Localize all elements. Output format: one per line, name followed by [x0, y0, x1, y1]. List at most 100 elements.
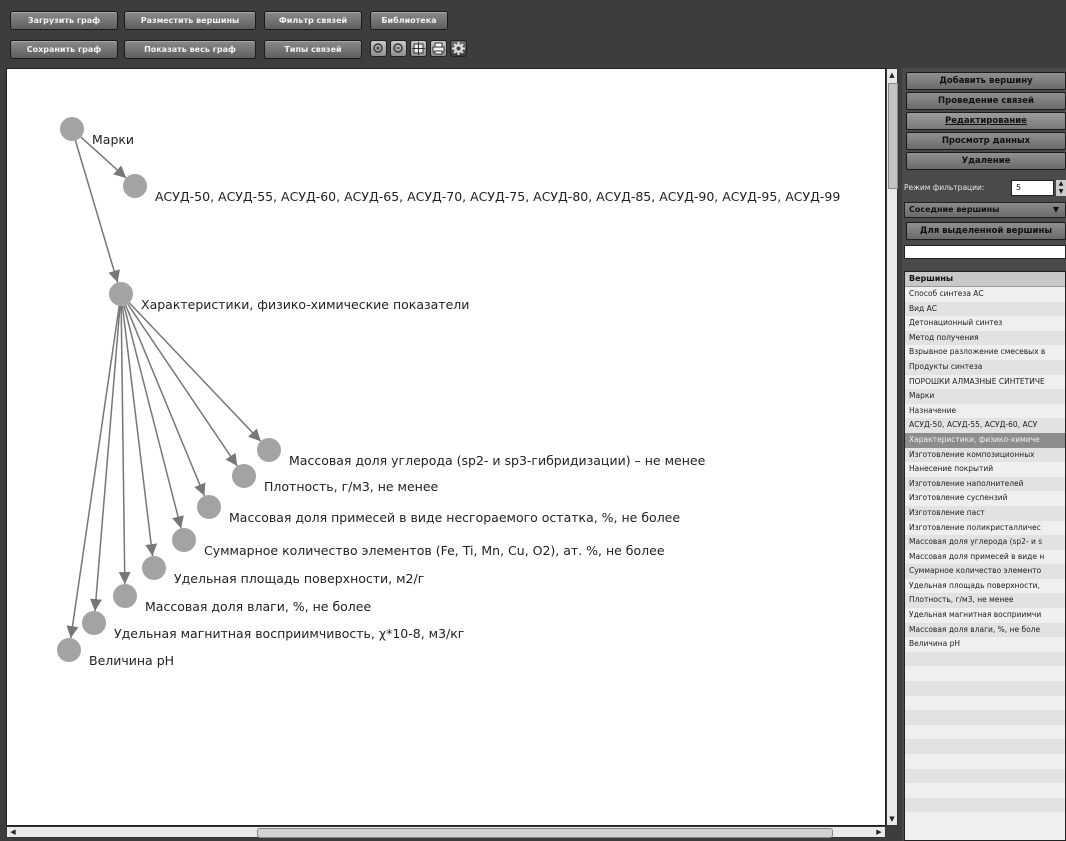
list-item[interactable]: ПОРОШКИ АЛМАЗНЫЕ СИНТЕТИЧЕ: [905, 375, 1065, 390]
filter-mode-input[interactable]: 5: [1011, 180, 1054, 196]
neighbor-mode-select[interactable]: Соседние вершины ▼: [904, 202, 1066, 218]
list-empty-row: [905, 681, 1065, 696]
list-item[interactable]: Изготовление суспензий: [905, 491, 1065, 506]
vertex-list-header: Вершины: [905, 272, 1065, 287]
save-graph-button[interactable]: Сохранить граф: [10, 40, 118, 59]
list-item[interactable]: Суммарное количество элементо: [905, 564, 1065, 579]
graph-node[interactable]: [57, 638, 81, 662]
scroll-up-icon[interactable]: ▲: [887, 69, 897, 81]
graph-svg[interactable]: Марки АСУД-50, АСУД-55, АСУД-60, АСУД-65,…: [7, 69, 885, 825]
graph-node[interactable]: [109, 282, 133, 306]
list-item[interactable]: Продукты синтеза: [905, 359, 1065, 375]
filter-links-button[interactable]: Фильтр связей: [264, 11, 362, 30]
filter-mode-stepper[interactable]: ▲ ▼: [1056, 180, 1066, 196]
list-item[interactable]: Марки: [905, 389, 1065, 404]
graph-node-label: Массовая доля влаги, %, не более: [145, 599, 371, 614]
list-item[interactable]: Назначение: [905, 404, 1065, 419]
graph-edge[interactable]: [74, 140, 120, 283]
list-empty-row: [905, 768, 1065, 784]
list-item[interactable]: Изготовление наполнителей: [905, 476, 1065, 492]
graph-node[interactable]: [197, 495, 221, 519]
graph-node[interactable]: [232, 464, 256, 488]
graph-node-label: Массовая доля примесей в виде несгораемо…: [229, 510, 680, 525]
scroll-left-icon[interactable]: ◀: [7, 827, 19, 837]
graph-canvas[interactable]: Марки АСУД-50, АСУД-55, АСУД-60, АСУД-65,…: [6, 68, 886, 826]
link-types-button[interactable]: Типы связей: [264, 40, 362, 59]
horizontal-scroll-thumb[interactable]: [257, 828, 833, 838]
canvas-horizontal-scrollbar[interactable]: ◀ ▶: [6, 826, 886, 838]
list-empty-row: [905, 812, 1065, 827]
load-graph-button[interactable]: Загрузить граф: [10, 11, 118, 30]
add-vertex-button[interactable]: Добавить вершину: [906, 72, 1066, 90]
scroll-down-icon[interactable]: ▼: [887, 813, 897, 825]
vertex-list[interactable]: Вершины Способ синтеза АС Вид АС Детонацио…: [904, 271, 1066, 841]
vertical-scroll-thumb[interactable]: [888, 83, 898, 189]
graph-edge[interactable]: [89, 305, 121, 612]
edit-mode-button[interactable]: Редактирование: [906, 112, 1066, 130]
graph-node[interactable]: [113, 584, 137, 608]
vertex-list-body: Способ синтеза АС Вид АС Детонационный син…: [905, 287, 1065, 827]
list-item[interactable]: Взрывное разложение смесевых в: [905, 345, 1065, 360]
list-item[interactable]: Величина pH: [905, 637, 1065, 652]
zoom-in-icon[interactable]: [370, 40, 387, 57]
view-data-button[interactable]: Просмотр данных: [906, 132, 1066, 150]
list-item[interactable]: АСУД-50, АСУД-55, АСУД-60, АСУ: [905, 418, 1065, 433]
graph-node-label: Удельная площадь поверхности, м2/г: [174, 571, 424, 586]
zoom-out-icon[interactable]: [390, 40, 407, 57]
search-input[interactable]: [904, 245, 1066, 259]
list-item[interactable]: Изготовление композиционных: [905, 447, 1065, 463]
library-button[interactable]: Библиотека: [370, 11, 448, 30]
list-item[interactable]: Нанесение покрытий: [905, 462, 1065, 477]
list-empty-row: [905, 696, 1065, 711]
graph-edge[interactable]: [121, 305, 158, 557]
graph-node-label: Массовая доля углерода (sp2- и sp3-гибри…: [289, 453, 706, 468]
list-item[interactable]: Удельная магнитная восприимчи: [905, 608, 1065, 623]
list-item[interactable]: Удельная площадь поверхности,: [905, 579, 1065, 594]
neighbor-mode-value: Соседние вершины: [909, 205, 1000, 214]
graph-edge[interactable]: [66, 305, 121, 639]
list-item[interactable]: Плотность, г/м3, не менее: [905, 593, 1065, 609]
canvas-vertical-scrollbar[interactable]: ▲ ▼: [886, 68, 898, 826]
list-item[interactable]: Метод получения: [905, 330, 1065, 346]
graph-edge[interactable]: [128, 302, 262, 442]
list-item[interactable]: Изготовление паст: [905, 505, 1065, 521]
graph-node-label: Величина pH: [89, 653, 174, 668]
list-item[interactable]: Массовая доля углерода (sp2- и s: [905, 535, 1065, 550]
list-item[interactable]: Массовая доля влаги, %, не боле: [905, 622, 1065, 638]
list-empty-row: [905, 754, 1065, 769]
settings-icon[interactable]: [450, 40, 467, 57]
draw-links-button[interactable]: Проведение связей: [906, 92, 1066, 110]
delete-button[interactable]: Удаление: [906, 152, 1066, 170]
graph-node[interactable]: [142, 556, 166, 580]
graph-node[interactable]: [82, 611, 106, 635]
list-empty-row: [905, 783, 1065, 798]
for-selected-vertex-button[interactable]: Для выделенной вершины: [906, 222, 1066, 240]
list-item[interactable]: Способ синтеза АС: [905, 287, 1065, 302]
graph-node[interactable]: [123, 174, 147, 198]
graph-node-label: Плотность, г/м3, не менее: [264, 479, 439, 494]
graph-node[interactable]: [172, 528, 196, 552]
graph-node[interactable]: [257, 438, 281, 462]
list-item[interactable]: Детонационный синтез: [905, 316, 1065, 331]
graph-node-label: Удельная магнитная восприимчивость, χ*10…: [114, 626, 464, 641]
graph-node-label: Характеристики, физико-химические показа…: [141, 297, 469, 312]
chevron-down-icon: ▼: [1052, 205, 1059, 214]
graph-node-label: Марки: [92, 132, 134, 147]
fit-screen-icon[interactable]: [410, 40, 427, 57]
scroll-right-icon[interactable]: ▶: [873, 827, 885, 837]
list-empty-row: [905, 710, 1065, 725]
graph-node-label: АСУД-50, АСУД-55, АСУД-60, АСУД-65, АСУД…: [155, 189, 840, 204]
main-toolbar: Загрузить граф Разместить вершины Фильтр…: [0, 0, 1066, 66]
graph-edge[interactable]: [118, 305, 131, 585]
place-vertices-button[interactable]: Разместить вершины: [124, 11, 256, 30]
print-icon[interactable]: [430, 40, 447, 57]
graph-node[interactable]: [60, 117, 84, 141]
list-item[interactable]: Изготовление поликристалличес: [905, 521, 1065, 536]
show-whole-graph-button[interactable]: Показать весь граф: [124, 40, 256, 59]
list-item[interactable]: Вид АС: [905, 301, 1065, 317]
list-empty-row: [905, 666, 1065, 681]
list-empty-row: [905, 651, 1065, 667]
list-empty-row: [905, 797, 1065, 813]
list-item[interactable]: Массовая доля примесей в виде н: [905, 550, 1065, 565]
list-item[interactable]: Характеристики, физико-химиче: [905, 432, 1065, 448]
